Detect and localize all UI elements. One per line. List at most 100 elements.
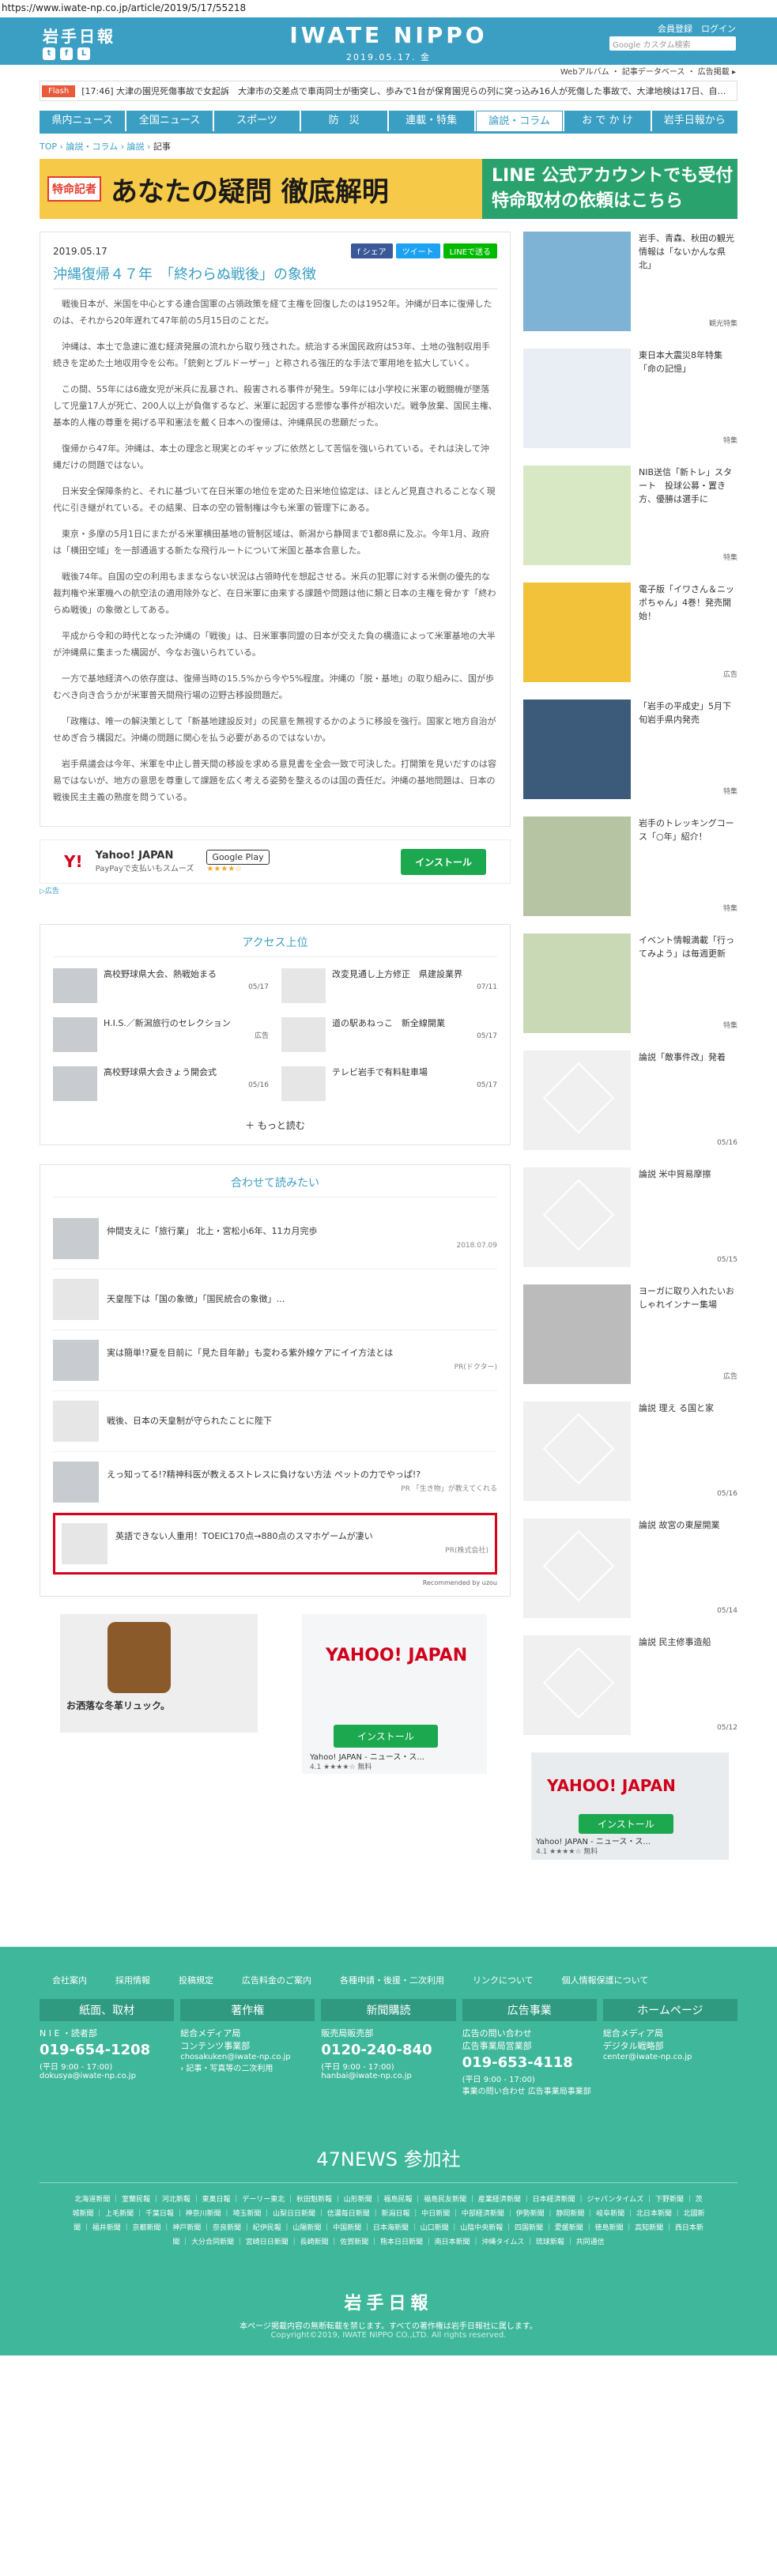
footer-col-phone[interactable]: 0120-240-840 [321,2042,455,2058]
ranking-item[interactable]: H.I.S.／新潟旅行のセレクション 広告 [53,1017,269,1052]
breadcrumb-section[interactable]: 論説・コラム [66,141,118,152]
sidebar-item[interactable]: 東日本大震災8年特集「命の記憶」 特集 [523,349,737,448]
sidebar-text[interactable]: 論説「敵事件改」発着 [639,1050,737,1064]
line-share-button[interactable]: LINEで送る [443,243,497,258]
related-item[interactable]: 戦後、日本の天皇制が守られたことに陛下 [53,1391,497,1452]
related-text[interactable]: 仲間支えに「旅行業」 北上・宮松小6年、11カ月完歩 [107,1224,497,1239]
nav-item[interactable]: 防 災 [301,111,387,131]
nav-item[interactable]: お で か け [564,111,651,131]
sidebar-text[interactable]: 論説 故宮の東屋開業 [639,1518,737,1532]
ranking-text[interactable]: 改変見通し上方修正 県建設業界 [332,968,497,981]
related-text[interactable]: えっ知ってる!?精神科医が教えるストレスに負けない方法 ペットの力でやっぱ!? [107,1468,497,1482]
sidebar-text[interactable]: 岩手、青森、秋田の観光情報は「ないかんな県北」 [639,232,737,272]
nav-item[interactable]: 県内ニュース [40,111,126,131]
sidebar-item[interactable]: 電子版「イワさん＆ニッポちゃん」4巻！発売開始！ 広告 [523,583,737,682]
sidebar-item[interactable]: ヨーガに取り入れたいおしゃれインナー集場 広告 [523,1284,737,1384]
sidebar-text[interactable]: 電子版「イワさん＆ニッポちゃん」4巻！発売開始！ [639,583,737,623]
footer-col-dept: 販売局販売部 [321,2028,374,2039]
sidebar-item[interactable]: 論説「敵事件改」発着 05/16 [523,1050,737,1150]
side-yahoo-ad[interactable]: YAHOO! JAPAN インストール Yahoo! JAPAN - ニュース・… [531,1752,729,1860]
nav-item[interactable]: 岩手日報から [651,111,737,131]
twitter-share-button[interactable]: ツイート [395,243,440,258]
47news-papers[interactable]: 北海道新聞 ｜ 室蘭民報 ｜ 河北新報 ｜ 東奥日報 ｜ デーリー東北 ｜ 秋田… [40,2182,737,2250]
nav-item-active[interactable]: 論説・コラム [475,111,564,131]
footer-link[interactable]: 採用情報 [115,1974,150,1986]
footer-link[interactable]: 投稿規定 [179,1974,213,1986]
sidebar-item[interactable]: 岩手のトレッキングコース「○年」紹介！ 特集 [523,817,737,916]
sidebar-item[interactable]: 論説 理え る国と家 05/16 [523,1401,737,1501]
related-item[interactable]: えっ知ってる!?精神科医が教えるストレスに負けない方法 ペットの力でやっぱ!? P… [53,1452,497,1513]
flash-text[interactable]: [17:46] 大津の園児死傷事故で女起訴 大津市の交差点で車両同士が衝突し、歩… [81,85,726,97]
sub-links[interactable]: Webアルバム ・ 記事データベース ・ 広告掲載 ▸ [0,65,777,77]
footer-link[interactable]: 広告料金のご案内 [242,1974,311,1986]
sidebar-item[interactable]: NIB送信「新トレ」スタート 投球公募・置き方、優勝は選手に 特集 [523,466,737,565]
sidebar-text[interactable]: 論説 理え る国と家 [639,1401,737,1415]
install-button-2[interactable]: インストール [334,1725,438,1748]
more-button[interactable]: ＋ もっと読む [53,1118,497,1132]
ranking-text[interactable]: 高校野球県大会、熱戦始まる [104,968,269,981]
banner-right[interactable]: LINE 公式アカウントでも受付 特命取材の依頼はこちら [482,159,737,219]
footer-col-mail[interactable]: 事業の問い合わせ 広告事業局事業部 [462,2084,597,2096]
url-bar[interactable]: https://www.iwate-np.co.jp/article/2019/… [0,0,777,17]
sidebar-item[interactable]: イベント情報満載「行ってみよう」は毎週更新 特集 [523,933,737,1033]
sidebar-text[interactable]: 論説 米中貿易摩擦 [639,1167,737,1181]
footer-link[interactable]: 個人情報保護について [562,1974,649,1986]
related-item[interactable]: 英語できない人重用！TOEIC170点→880点のスマホゲームが凄い PR(株式会… [53,1513,497,1575]
breadcrumb-sub[interactable]: 論説 [127,141,145,152]
sidebar-item[interactable]: 岩手、青森、秋田の観光情報は「ないかんな県北」 観光特集 [523,232,737,331]
ranking-item[interactable]: 高校野球県大会、熱戦始まる 05/17 [53,968,269,1003]
sidebar-item[interactable]: 論説 故宮の東屋開業 05/14 [523,1518,737,1618]
sidebar-item[interactable]: 「岩手の平成史」5月下旬岩手県内発売 特集 [523,700,737,799]
facebook-share-button[interactable]: f シェア [350,243,393,258]
ranking-text[interactable]: H.I.S.／新潟旅行のセレクション [104,1017,269,1030]
sidebar-text[interactable]: イベント情報満載「行ってみよう」は毎週更新 [639,933,737,960]
related-text[interactable]: 英語できない人重用！TOEIC170点→880点のスマホゲームが凄い [115,1529,488,1544]
ranking-item[interactable]: テレビ岩手で有料駐車場 05/17 [281,1066,497,1101]
nav-item[interactable]: 連載・特集 [388,111,474,131]
sidebar-text[interactable]: 論説 民主修事造船 [639,1635,737,1649]
footer-col-mail[interactable]: hanbai@iwate-np.co.jp [321,2072,455,2080]
sidebar-text[interactable]: NIB送信「新トレ」スタート 投球公募・置き方、優勝は選手に [639,466,737,506]
footer-col-phone[interactable]: 019-653-4118 [462,2054,597,2071]
sidebar-text[interactable]: ヨーガに取り入れたいおしゃれインナー集場 [639,1284,737,1311]
ranking-text[interactable]: 道の駅あねっこ 新全線開業 [332,1017,497,1030]
related-text[interactable]: 実は簡単!?夏を目前に「見た目年齢」も変わる紫外線ケアにイイ方法とは [107,1346,497,1360]
ranking-item[interactable]: 道の駅あねっこ 新全線開業 05/17 [281,1017,497,1052]
yahoo-ad-2[interactable]: YAHOO! JAPAN インストール Yahoo! JAPAN - ニュース・… [302,1614,487,1774]
ranking-item[interactable]: 高校野球県大会きょう開会式 05/16 [53,1066,269,1101]
related-text[interactable]: 天皇陛下は「国の象徴」「国民統合の象徴」… [107,1292,497,1307]
footer-col-mail[interactable]: dokusya@iwate-np.co.jp [40,2072,174,2080]
footer-link[interactable]: 各種申請・後援・二次利用 [340,1974,444,1986]
search-input[interactable]: Google カスタム検索 [609,36,736,51]
footer-col-mail[interactable]: › 記事・写真等の二次利用 [180,2061,315,2073]
nav-item[interactable]: 全国ニュース [126,111,213,131]
banner-left[interactable]: 特命記者 あなたの疑問 徹底解明 [40,159,482,219]
footer-col-phone[interactable]: 019-654-1208 [40,2042,174,2058]
side-install-button[interactable]: インストール [579,1814,673,1834]
related-item[interactable]: 実は簡単!?夏を目前に「見た目年齢」も変わる紫外線ケアにイイ方法とは PR(ドクタ… [53,1330,497,1391]
footer-link[interactable]: リンクについて [473,1974,534,1986]
sidebar-item[interactable]: 論説 民主修事造船 05/12 [523,1635,737,1735]
sidebar-item[interactable]: 論説 米中貿易摩擦 05/15 [523,1167,737,1267]
yahoo-ad[interactable]: Y! Yahoo! JAPAN PayPayで支払いもスムーズ Google P… [40,839,511,884]
article: 2019.05.17 f シェア ツイート LINEで送る 沖縄復帰４７年 「終… [40,232,511,827]
sidebar-text[interactable]: 東日本大震災8年特集「命の記憶」 [639,349,737,375]
ranking-text[interactable]: テレビ岩手で有料駐車場 [332,1066,497,1079]
nav-item[interactable]: スポーツ [213,111,300,131]
ranking-date: 05/16 [248,1081,269,1089]
related-text[interactable]: 戦後、日本の天皇制が守られたことに陛下 [107,1414,497,1428]
install-button[interactable]: インストール [401,848,486,875]
sidebar-text[interactable]: 「岩手の平成史」5月下旬岩手県内発売 [639,700,737,726]
flash-news[interactable]: Flash [17:46] 大津の園児死傷事故で女起訴 大津市の交差点で車両同士… [40,81,737,101]
footer-link[interactable]: 会社案内 [52,1974,87,1986]
related-item[interactable]: 仲間支えに「旅行業」 北上・宮松小6年、11カ月完歩 2018.07.09 [53,1209,497,1269]
sidebar-text[interactable]: 岩手のトレッキングコース「○年」紹介！ [639,817,737,843]
ranking-text[interactable]: 高校野球県大会きょう開会式 [104,1066,269,1079]
ad-note[interactable]: ▷広告 [40,885,511,896]
tokumei-banner[interactable]: 特命記者 あなたの疑問 徹底解明 LINE 公式アカウントでも受付 特命取材の依… [40,159,737,219]
member-links[interactable]: 会員登録 ログイン [658,22,736,35]
ranking-item[interactable]: 改変見通し上方修正 県建設業界 07/11 [281,968,497,1003]
related-item[interactable]: 天皇陛下は「国の象徴」「国民統合の象徴」… [53,1269,497,1330]
backpack-ad[interactable]: お洒落な冬革リュック。 [60,1614,258,1733]
breadcrumb-top[interactable]: TOP [40,141,57,152]
